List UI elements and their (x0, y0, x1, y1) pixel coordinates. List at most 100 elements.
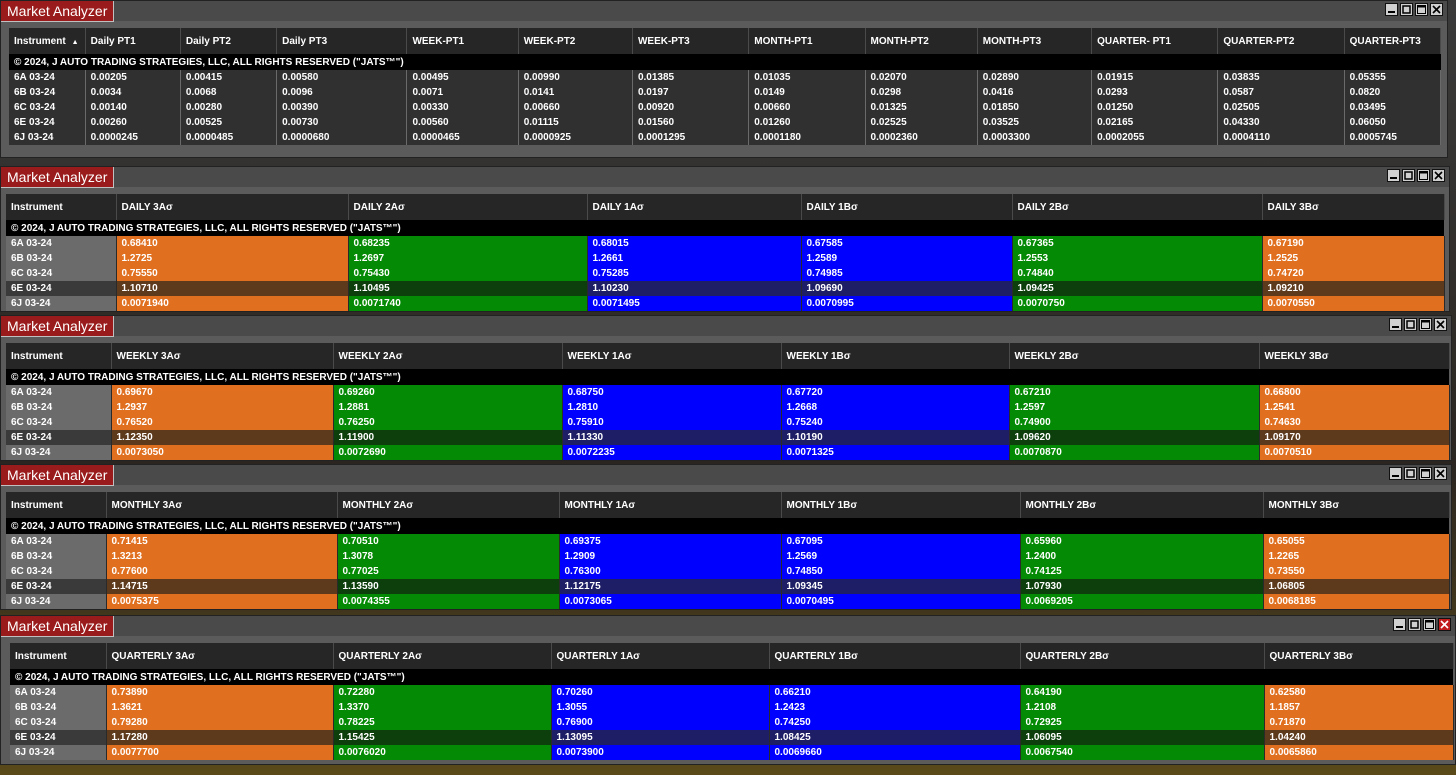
close-button[interactable] (1434, 318, 1447, 331)
table-row[interactable]: 6A 03-24 0.73890 0.72280 0.70260 0.66210 0.64… (10, 685, 1454, 700)
column-header-instrument[interactable]: Instrument (6, 343, 112, 369)
column-header[interactable]: QUARTER-PT3 (1344, 28, 1442, 54)
column-header[interactable]: DAILY 1Bσ (801, 194, 1013, 220)
column-header[interactable]: WEEKLY 1Bσ (781, 343, 1010, 369)
column-header[interactable]: QUARTERLY 3Bσ (1264, 643, 1454, 669)
column-header[interactable]: MONTHLY 1Aσ (559, 492, 782, 518)
column-header[interactable]: WEEK-PT3 (632, 28, 750, 54)
market-analyzer-window-quarterly[interactable]: Market Analyzer Instrument QUARTERLY 3Aσ Q… (0, 615, 1456, 765)
close-button[interactable] (1434, 467, 1447, 480)
restore-button[interactable] (1408, 618, 1421, 631)
window-titlebar[interactable]: Market Analyzer (1, 316, 1451, 337)
value-cell: 0.00660 (748, 100, 866, 115)
value-cell: 0.0075375 (106, 594, 338, 609)
window-titlebar[interactable]: Market Analyzer (1, 167, 1449, 188)
table-row[interactable]: 6C 03-24 0.75550 0.75430 0.75285 0.74985 0.74… (6, 266, 1445, 281)
table-row[interactable]: 6C 03-24 0.00140 0.00280 0.00390 0.00330 0.00… (9, 100, 1442, 115)
minimize-button[interactable] (1385, 3, 1398, 16)
column-header[interactable]: MONTH-PT2 (865, 28, 978, 54)
table-row[interactable]: 6J 03-24 0.0000245 0.0000485 0.0000680 0.000… (9, 130, 1442, 145)
column-header[interactable]: MONTHLY 3Bσ (1263, 492, 1450, 518)
column-header-instrument[interactable]: Instrument ▲ (9, 28, 86, 54)
column-header[interactable]: QUARTERLY 3Aσ (106, 643, 334, 669)
column-header[interactable]: WEEKLY 2Bσ (1009, 343, 1260, 369)
table-row[interactable]: 6B 03-24 1.3213 1.3078 1.2909 1.2569 1.2400 1.… (6, 549, 1450, 564)
table-row[interactable]: 6A 03-24 0.68410 0.68235 0.68015 0.67585 0.67… (6, 236, 1445, 251)
table-row[interactable]: 6C 03-24 0.79280 0.78225 0.76900 0.74250 0.72… (10, 715, 1454, 730)
column-header[interactable]: MONTHLY 1Bσ (781, 492, 1021, 518)
table-row[interactable]: 6J 03-24 0.0077700 0.0076020 0.0073900 0.006… (10, 745, 1454, 760)
column-header-instrument[interactable]: Instrument (6, 194, 117, 220)
column-header[interactable]: MONTH-PT3 (977, 28, 1093, 54)
table-row[interactable]: 6B 03-24 1.2725 1.2697 1.2661 1.2589 1.2553 1.… (6, 251, 1445, 266)
market-analyzer-window-targets[interactable]: Market Analyzer Instrument ▲ Daily PT1 Dail… (0, 0, 1448, 158)
table-row[interactable]: 6C 03-24 0.76520 0.76250 0.75910 0.75240 0.74… (6, 415, 1450, 430)
column-header-instrument[interactable]: Instrument (6, 492, 107, 518)
column-header[interactable]: DAILY 2Aσ (348, 194, 588, 220)
column-header[interactable]: WEEKLY 1Aσ (562, 343, 782, 369)
column-header[interactable]: QUARTERLY 1Aσ (551, 643, 770, 669)
table-row[interactable]: 6A 03-24 0.00205 0.00415 0.00580 0.00495 0.00… (9, 70, 1442, 85)
column-header[interactable]: QUARTERLY 1Bσ (769, 643, 1021, 669)
column-header[interactable]: Daily PT1 (85, 28, 181, 54)
maximize-button[interactable] (1417, 169, 1430, 182)
value-cell: 0.76300 (559, 564, 782, 579)
minimize-button[interactable] (1387, 169, 1400, 182)
table-row[interactable]: 6J 03-24 0.0073050 0.0072690 0.0072235 0.007… (6, 445, 1450, 460)
window-titlebar[interactable]: Market Analyzer (1, 616, 1455, 637)
column-header[interactable]: WEEK-PT1 (406, 28, 519, 54)
table-row[interactable]: 6E 03-24 0.00260 0.00525 0.00730 0.00560 0.01… (9, 115, 1442, 130)
maximize-button[interactable] (1423, 618, 1436, 631)
table-row[interactable]: 6J 03-24 0.0071940 0.0071740 0.0071495 0.007… (6, 296, 1445, 311)
table-row[interactable]: 6E 03-24 1.14715 1.13590 1.12175 1.09345 1.07… (6, 579, 1450, 594)
column-header[interactable]: QUARTER- PT1 (1091, 28, 1219, 54)
table-row[interactable]: 6E 03-24 1.10710 1.10495 1.10230 1.09690 1.09… (6, 281, 1445, 296)
restore-button[interactable] (1402, 169, 1415, 182)
column-header[interactable]: DAILY 2Bσ (1012, 194, 1263, 220)
minimize-button[interactable] (1389, 318, 1402, 331)
minimize-button[interactable] (1389, 467, 1402, 480)
restore-button[interactable] (1400, 3, 1413, 16)
maximize-button[interactable] (1415, 3, 1428, 16)
column-header[interactable]: MONTH-PT1 (748, 28, 866, 54)
table-row[interactable]: 6J 03-24 0.0075375 0.0074355 0.0073065 0.007… (6, 594, 1450, 609)
table-row[interactable]: 6A 03-24 0.69670 0.69260 0.68750 0.67720 0.67… (6, 385, 1450, 400)
window-titlebar[interactable]: Market Analyzer (1, 465, 1451, 486)
table-row[interactable]: 6E 03-24 1.17280 1.15425 1.13095 1.08425 1.06… (10, 730, 1454, 745)
maximize-button[interactable] (1419, 318, 1432, 331)
window-titlebar[interactable]: Market Analyzer (1, 1, 1447, 22)
market-analyzer-window-weekly[interactable]: Market Analyzer Instrument WEEKLY 3Aσ WEEK… (0, 315, 1452, 461)
column-header[interactable]: QUARTER-PT2 (1217, 28, 1345, 54)
column-header[interactable]: DAILY 1Aσ (587, 194, 802, 220)
table-row[interactable]: 6B 03-24 1.3621 1.3370 1.3055 1.2423 1.2108 1.… (10, 700, 1454, 715)
column-header[interactable]: QUARTERLY 2Bσ (1020, 643, 1265, 669)
column-header[interactable]: QUARTERLY 2Aσ (333, 643, 552, 669)
close-button[interactable] (1432, 169, 1445, 182)
market-analyzer-window-monthly[interactable]: Market Analyzer Instrument MONTHLY 3Aσ MON… (0, 464, 1452, 610)
close-button[interactable] (1438, 618, 1451, 631)
table-row[interactable]: 6B 03-24 0.0034 0.0068 0.0096 0.0071 0.0141 0.… (9, 85, 1442, 100)
column-header[interactable]: Daily PT2 (180, 28, 278, 54)
table-row[interactable]: 6E 03-24 1.12350 1.11900 1.11330 1.10190 1.09… (6, 430, 1450, 445)
column-header[interactable]: DAILY 3Bσ (1262, 194, 1445, 220)
close-button[interactable] (1430, 3, 1443, 16)
table-row[interactable]: 6A 03-24 0.71415 0.70510 0.69375 0.67095 0.65… (6, 534, 1450, 549)
column-header[interactable]: Daily PT3 (276, 28, 408, 54)
minimize-button[interactable] (1393, 618, 1406, 631)
value-cell: 0.01325 (865, 100, 978, 115)
market-analyzer-window-daily[interactable]: Market Analyzer Instrument DAILY 3Aσ DAILY… (0, 166, 1450, 312)
table-row[interactable]: 6B 03-24 1.2937 1.2881 1.2810 1.2668 1.2597 1.… (6, 400, 1450, 415)
column-header[interactable]: WEEKLY 3Bσ (1259, 343, 1450, 369)
column-header[interactable]: WEEKLY 2Aσ (333, 343, 563, 369)
column-header[interactable]: MONTHLY 2Bσ (1020, 492, 1264, 518)
column-header[interactable]: WEEKLY 3Aσ (111, 343, 334, 369)
column-header[interactable]: DAILY 3Aσ (116, 194, 349, 220)
column-header[interactable]: MONTHLY 3Aσ (106, 492, 338, 518)
restore-button[interactable] (1404, 318, 1417, 331)
column-header-instrument[interactable]: Instrument (10, 643, 107, 669)
column-header[interactable]: WEEK-PT2 (518, 28, 633, 54)
table-row[interactable]: 6C 03-24 0.77600 0.77025 0.76300 0.74850 0.74… (6, 564, 1450, 579)
restore-button[interactable] (1404, 467, 1417, 480)
column-header[interactable]: MONTHLY 2Aσ (337, 492, 560, 518)
maximize-button[interactable] (1419, 467, 1432, 480)
